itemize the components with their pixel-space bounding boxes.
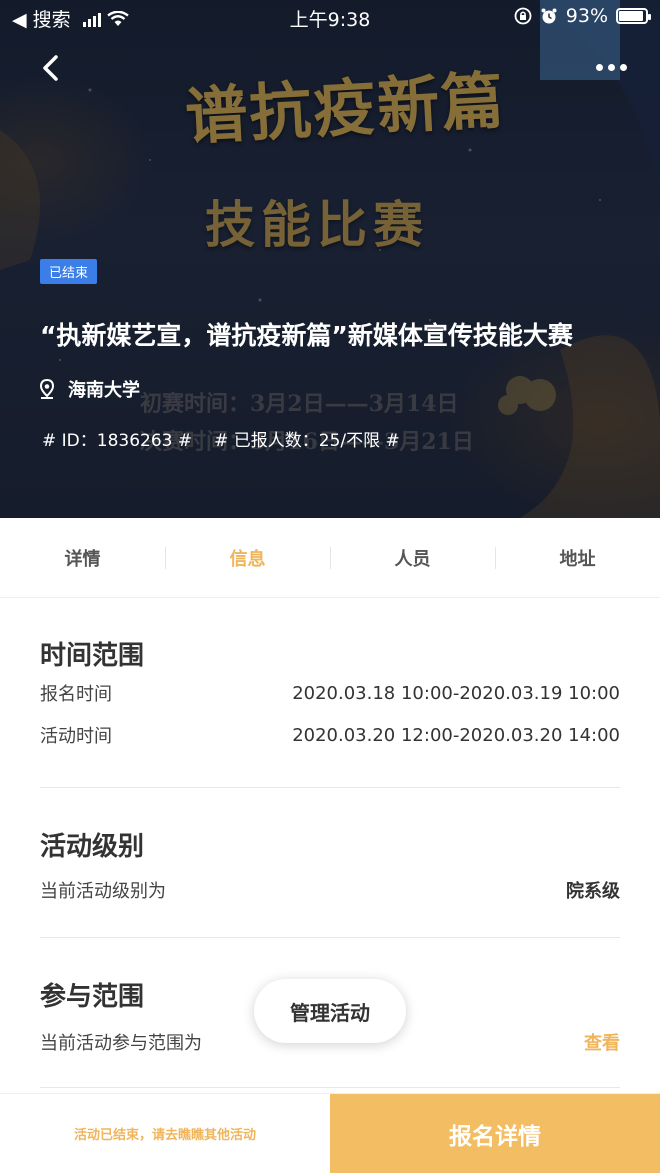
level-row: 当前活动级别为 院系级 xyxy=(40,877,620,903)
tab-bar: 详情 信息 人员 地址 xyxy=(0,518,660,598)
event-tags: # ID：1836263 # # 已报人数：25/不限 # xyxy=(42,426,400,451)
manage-activity-button[interactable]: 管理活动 xyxy=(254,979,406,1043)
signup-details-button[interactable]: 报名详情 xyxy=(330,1094,660,1173)
location-label: 海南大学 xyxy=(68,380,140,401)
signup-time-row: 报名时间 2020.03.18 10:00-2020.03.19 10:00 xyxy=(40,672,620,714)
ended-notice: 活动已结束，请去瞧瞧其他活动 xyxy=(73,1128,256,1143)
time-range-section: 时间范围 报名时间 2020.03.18 10:00-2020.03.19 10… xyxy=(40,598,620,788)
tab-address[interactable]: 地址 xyxy=(495,518,660,597)
tab-members[interactable]: 人员 xyxy=(330,518,495,597)
back-button[interactable] xyxy=(30,48,70,88)
orientation-lock-icon xyxy=(514,7,532,25)
signup-time-value: 2020.03.18 10:00-2020.03.19 10:00 xyxy=(292,682,620,704)
location-pin-icon xyxy=(40,379,54,399)
event-id-tag: # ID：1836263 # xyxy=(42,431,193,451)
more-dots-icon xyxy=(595,63,603,71)
battery-percent: 93% xyxy=(565,5,608,27)
view-scope-link[interactable]: 查看 xyxy=(584,1029,620,1055)
registered-count-tag: # 已报人数：25/不限 # xyxy=(214,431,400,451)
activity-time-value: 2020.03.20 12:00-2020.03.20 14:00 xyxy=(292,724,620,746)
scope-label: 当前活动参与范围为 xyxy=(40,1033,202,1054)
more-button[interactable] xyxy=(586,52,636,82)
tab-info[interactable]: 信息 xyxy=(165,518,330,597)
level-value: 院系级 xyxy=(566,881,620,902)
tab-details[interactable]: 详情 xyxy=(0,518,165,597)
bottom-action-bar: 活动已结束，请去瞧瞧其他活动 报名详情 xyxy=(0,1093,660,1173)
signup-time-label: 报名时间 xyxy=(40,684,112,705)
event-title: “执新媒艺宣，谱抗疫新篇”新媒体宣传技能大赛 xyxy=(40,321,573,350)
section-title: 活动级别 xyxy=(40,832,145,862)
event-banner: 谱抗疫新篇 技能比赛 初赛时间：3月2日——3月14日 决赛时间：3月16日——… xyxy=(0,0,660,518)
battery-icon xyxy=(616,8,651,24)
activity-time-label: 活动时间 xyxy=(40,726,112,747)
activity-time-row: 活动时间 2020.03.20 12:00-2020.03.20 14:00 xyxy=(40,714,620,756)
level-label: 当前活动级别为 xyxy=(40,881,166,902)
section-title: 时间范围 xyxy=(40,641,145,671)
activity-level-section: 活动级别 当前活动级别为 院系级 xyxy=(40,788,620,938)
event-location: 海南大学 xyxy=(40,376,140,402)
status-badge: 已结束 xyxy=(40,259,98,284)
status-bar: ◀ 搜索 上午9:38 93% xyxy=(0,0,660,34)
chevron-left-icon xyxy=(43,55,58,81)
alarm-icon xyxy=(541,8,557,24)
